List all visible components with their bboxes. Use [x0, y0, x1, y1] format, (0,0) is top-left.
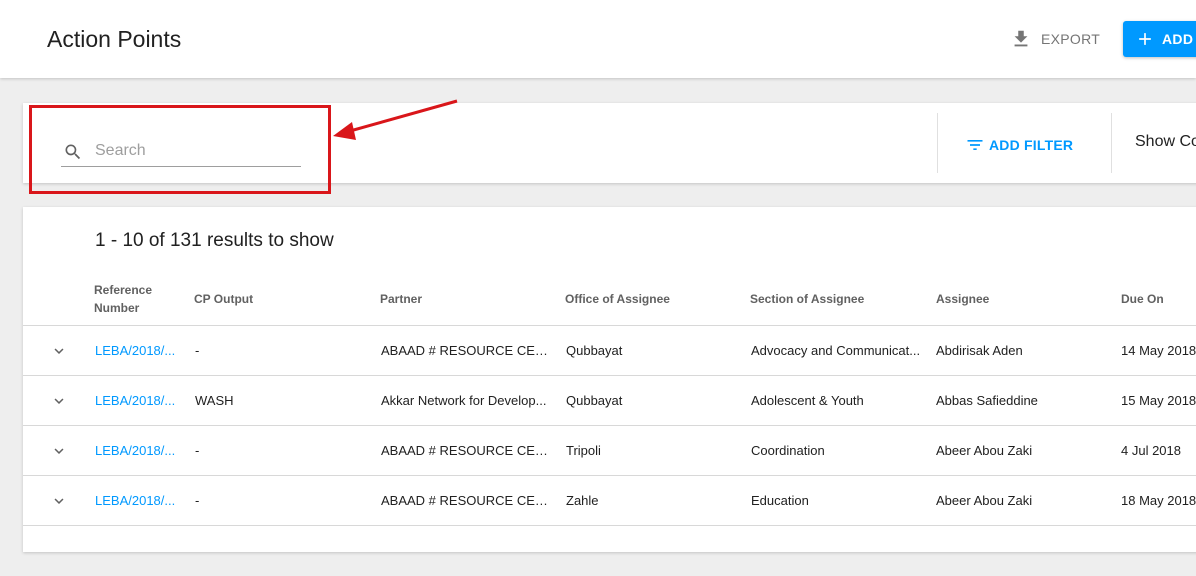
assignee-cell: Abeer Abou Zaki — [936, 443, 1033, 458]
add-action-point-button[interactable]: ADD A — [1123, 21, 1196, 57]
results-card: 1 - 10 of 131 results to show Reference … — [23, 207, 1196, 552]
column-header-cp-output[interactable]: CP Output — [194, 281, 253, 317]
chevron-down-icon[interactable] — [50, 492, 68, 510]
section-cell: Education — [751, 493, 809, 508]
chevron-down-icon[interactable] — [50, 442, 68, 460]
reference-link[interactable]: LEBA/2018/... — [95, 393, 179, 408]
divider — [937, 113, 938, 173]
due-on-cell: 14 May 2018 — [1121, 343, 1196, 358]
page-header: Action Points EXPORT ADD A — [0, 0, 1196, 78]
partner-cell: ABAAD # RESOURCE CENT... — [381, 493, 551, 508]
assignee-cell: Abdirisak Aden — [936, 343, 1023, 358]
section-cell: Adolescent & Youth — [751, 393, 864, 408]
table-row[interactable]: LEBA/2018/... WASH Akkar Network for Dev… — [23, 375, 1196, 426]
table-row[interactable]: LEBA/2018/... - ABAAD # RESOURCE CENT...… — [23, 425, 1196, 476]
column-header-partner[interactable]: Partner — [380, 281, 422, 317]
office-cell: Zahle — [566, 493, 599, 508]
assignee-cell: Abeer Abou Zaki — [936, 493, 1033, 508]
add-label: ADD A — [1162, 31, 1196, 47]
partner-cell: ABAAD # RESOURCE CENT... — [381, 343, 551, 358]
assignee-cell: Abbas Safieddine — [936, 393, 1038, 408]
office-cell: Qubbayat — [566, 393, 623, 408]
table-row[interactable]: LEBA/2018/... - ABAAD # RESOURCE CENT...… — [23, 475, 1196, 526]
due-on-cell: 18 May 2018 — [1121, 493, 1196, 508]
partner-cell: ABAAD # RESOURCE CENT... — [381, 443, 551, 458]
section-cell: Advocacy and Communicat... — [751, 343, 921, 358]
cp-output-cell: - — [195, 343, 200, 358]
reference-link[interactable]: LEBA/2018/... — [95, 493, 179, 508]
results-count: 1 - 10 of 131 results to show — [95, 230, 334, 251]
due-on-cell: 4 Jul 2018 — [1121, 443, 1181, 458]
due-on-cell: 15 May 2018 — [1121, 393, 1196, 408]
column-header-office-of-assignee[interactable]: Office of Assignee — [565, 281, 670, 317]
divider — [1111, 113, 1112, 173]
partner-cell: Akkar Network for Develop... — [381, 393, 547, 408]
chevron-down-icon[interactable] — [50, 342, 68, 360]
export-label: EXPORT — [1041, 31, 1101, 47]
reference-link[interactable]: LEBA/2018/... — [95, 443, 179, 458]
add-filter-label: ADD FILTER — [989, 137, 1074, 153]
reference-link[interactable]: LEBA/2018/... — [95, 343, 179, 358]
add-filter-button[interactable]: ADD FILTER — [965, 135, 1073, 155]
office-cell: Qubbayat — [566, 343, 623, 358]
column-header-due-on[interactable]: Due On — [1121, 281, 1164, 317]
filter-list-icon — [967, 140, 983, 150]
office-cell: Tripoli — [566, 443, 601, 458]
table-row[interactable] — [23, 525, 1196, 576]
cp-output-cell: - — [195, 493, 200, 508]
column-header-reference-number[interactable]: Reference Number — [94, 281, 164, 317]
column-header-section-of-assignee[interactable]: Section of Assignee — [750, 281, 864, 317]
section-cell: Coordination — [751, 443, 825, 458]
cp-output-cell: - — [195, 443, 200, 458]
download-icon — [1014, 30, 1028, 47]
export-button[interactable]: EXPORT — [1010, 26, 1100, 52]
plus-icon — [1139, 33, 1151, 45]
annotation-highlight-box — [29, 105, 331, 194]
chevron-down-icon[interactable] — [50, 392, 68, 410]
page-title: Action Points — [47, 26, 182, 52]
show-columns-toggle[interactable]: Show Co — [1135, 133, 1196, 151]
column-header-assignee[interactable]: Assignee — [936, 281, 989, 317]
cp-output-cell: WASH — [195, 393, 234, 408]
table-row[interactable]: LEBA/2018/... - ABAAD # RESOURCE CENT...… — [23, 325, 1196, 376]
